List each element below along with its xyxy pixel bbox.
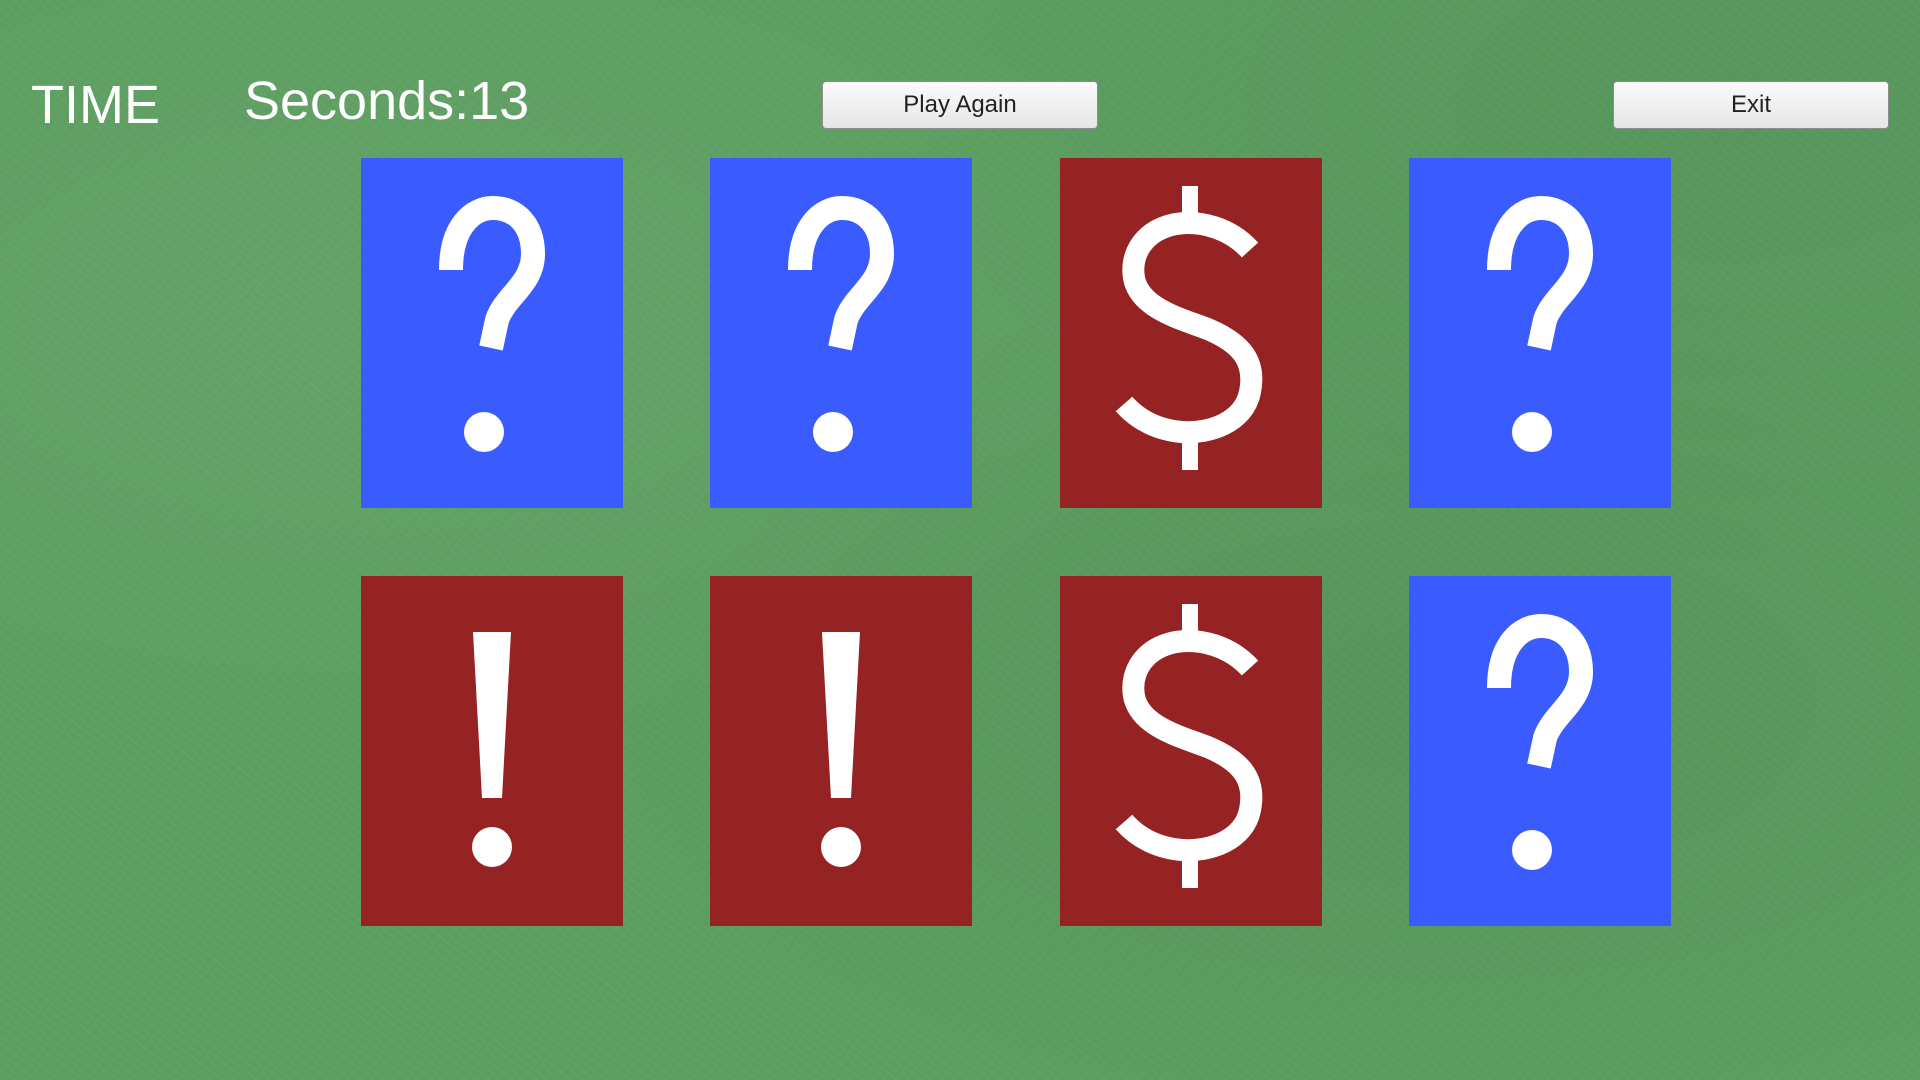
memory-card-face-up-exclamation[interactable] bbox=[361, 576, 623, 926]
exclamation-icon bbox=[472, 632, 512, 867]
question-icon bbox=[439, 195, 546, 452]
memory-card-face-up-exclamation[interactable] bbox=[710, 576, 972, 926]
memory-card-face-down[interactable] bbox=[1409, 576, 1671, 926]
seconds-counter: Seconds:13 bbox=[244, 71, 530, 131]
memory-card-face-down[interactable] bbox=[361, 158, 623, 508]
memory-card-face-up-dollar[interactable] bbox=[1060, 158, 1322, 508]
memory-card-face-down[interactable] bbox=[1409, 158, 1671, 508]
question-icon bbox=[1487, 613, 1594, 870]
dollar-icon bbox=[1115, 604, 1263, 888]
play-again-button[interactable]: Play Again bbox=[822, 81, 1098, 129]
memory-card-face-down[interactable] bbox=[710, 158, 972, 508]
exclamation-icon bbox=[821, 632, 861, 867]
question-icon bbox=[1487, 195, 1594, 452]
dollar-icon bbox=[1115, 186, 1263, 470]
question-icon bbox=[788, 195, 895, 452]
exit-button[interactable]: Exit bbox=[1613, 81, 1889, 129]
memory-card-face-up-dollar[interactable] bbox=[1060, 576, 1322, 926]
time-label: TIME bbox=[31, 75, 160, 135]
